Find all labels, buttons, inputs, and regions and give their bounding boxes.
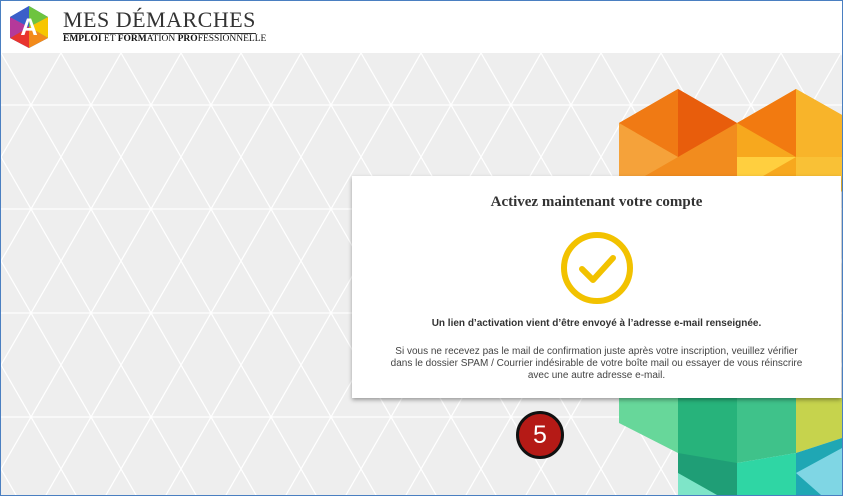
spam-notice: Si vous ne recevez pas le mail de confir… — [360, 346, 833, 382]
activation-message: Un lien d’activation vient d’être envoyé… — [431, 318, 762, 329]
card-title: Activez maintenant votre compte — [490, 194, 703, 210]
brand-title: MES DÉMARCHES — [63, 7, 256, 34]
spam-notice-line: dans le dossier SPAM / Courrier indésira… — [390, 358, 803, 369]
activation-card: Activez maintenant votre compte Un lien … — [352, 176, 841, 398]
app-window: A MES DÉMARCHES EMPLOI ET FORMATION PROF… — [0, 0, 843, 496]
logo-icon: A — [10, 6, 48, 48]
brand-subtitle: EMPLOI ET FORMATION PROFESSIONNELLE — [63, 34, 267, 44]
spam-notice-line: avec une autre adresse e-mail. — [527, 370, 666, 381]
spam-notice-line: Si vous ne recevez pas le mail de confir… — [395, 346, 798, 357]
logo-letter: A — [20, 14, 37, 41]
site-header: A MES DÉMARCHES EMPLOI ET FORMATION PROF… — [1, 1, 842, 53]
check-circle-icon — [561, 232, 633, 304]
step-number-badge: 5 — [516, 411, 564, 459]
